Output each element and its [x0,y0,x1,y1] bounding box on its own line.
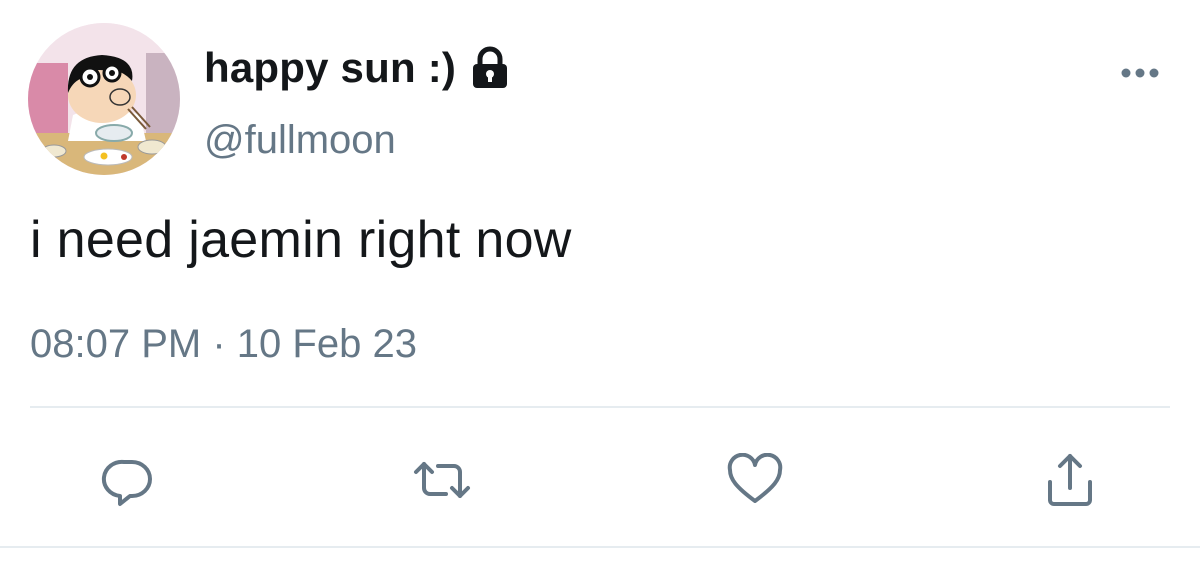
tweet-date: 10 Feb 23 [236,322,417,366]
bottom-divider [0,546,1200,548]
tweet-text: i need jaemin right now [30,211,572,269]
avatar-image [28,23,180,175]
reply-icon [100,452,156,508]
display-name-row: happy sun :) [204,40,510,96]
like-button[interactable] [715,440,795,520]
divider [30,406,1170,408]
retweet-icon [410,452,474,508]
lock-icon [470,46,510,90]
reply-button[interactable] [88,440,168,520]
display-name[interactable]: happy sun :) [204,44,456,92]
action-bar [0,440,1200,520]
tweet-timestamp[interactable]: 08:07 PM · 10 Feb 23 [30,322,417,367]
heart-icon [726,453,784,507]
share-button[interactable] [1030,440,1110,520]
tweet-card: happy sun :) @fullmoon i need jaemin rig… [0,0,1200,565]
timestamp-separator: · [212,322,226,366]
user-handle[interactable]: @fullmoon [204,118,396,163]
share-icon [1042,450,1098,510]
tweet-time: 08:07 PM [30,322,202,366]
avatar[interactable] [28,23,180,175]
retweet-button[interactable] [402,440,482,520]
more-options-icon[interactable] [1118,60,1162,86]
